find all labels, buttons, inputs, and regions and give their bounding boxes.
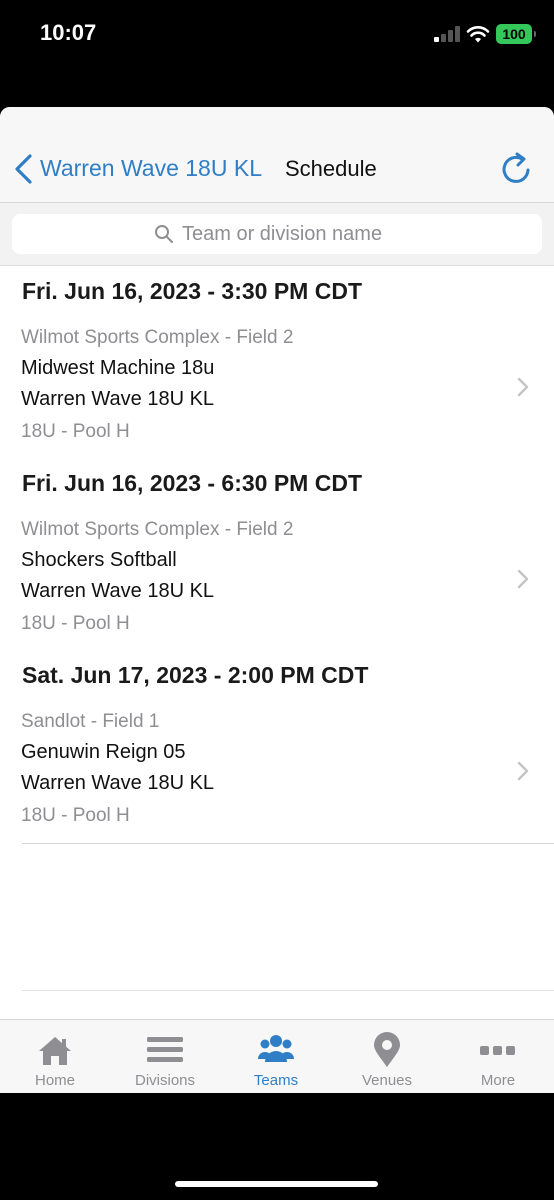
back-button[interactable]: Warren Wave 18U KL <box>40 155 262 182</box>
wifi-icon <box>466 26 490 43</box>
chevron-right-icon <box>517 569 529 589</box>
venue-label: Wilmot Sports Complex - Field 2 <box>21 519 294 540</box>
battery-icon: 100 <box>496 24 536 44</box>
tab-label: Teams <box>253 1072 299 1089</box>
home-icon <box>39 1037 71 1065</box>
navigation-bar: Warren Wave 18U KL Schedule <box>0 107 554 203</box>
schedule-event: Sat. Jun 17, 2023 - 2:00 PM CDT Sandlot … <box>0 652 554 844</box>
page-title: Schedule <box>285 156 377 181</box>
search-icon <box>155 225 173 243</box>
game-row[interactable]: Sandlot - Field 1 Genuwin Reign 05 Warre… <box>0 706 554 838</box>
division-label: 18U - Pool H <box>21 613 130 634</box>
venue-label: Wilmot Sports Complex - Field 2 <box>21 327 294 348</box>
people-icon <box>258 1035 294 1062</box>
event-date-header: Sat. Jun 17, 2023 - 2:00 PM CDT <box>22 662 369 688</box>
cellular-signal-icon <box>434 26 460 42</box>
divider <box>22 990 554 991</box>
team-name: Genuwin Reign 05 <box>21 741 186 763</box>
tab-divisions[interactable]: Divisions <box>110 1020 220 1093</box>
event-date-header: Fri. Jun 16, 2023 - 3:30 PM CDT <box>22 278 363 304</box>
division-label: 18U - Pool H <box>21 805 130 826</box>
tab-label: Home <box>34 1072 75 1089</box>
venue-label: Sandlot - Field 1 <box>21 711 160 732</box>
app-screen: Warren Wave 18U KL Schedule Fri. Jun 16,… <box>0 107 554 1093</box>
status-time: 10:07 <box>40 20 97 45</box>
tab-label: Venues <box>361 1072 413 1089</box>
chevron-right-icon <box>517 377 529 397</box>
back-chevron-icon[interactable] <box>12 153 34 185</box>
search-bar <box>0 203 554 266</box>
tab-label: Divisions <box>134 1072 195 1089</box>
schedule-event: Fri. Jun 16, 2023 - 3:30 PM CDT Wilmot S… <box>0 268 554 460</box>
more-dots-icon <box>480 1046 515 1055</box>
tab-home[interactable]: Home <box>0 1020 110 1093</box>
location-pin-icon <box>374 1032 400 1067</box>
team-name: Warren Wave 18U KL <box>21 580 215 602</box>
tab-venues[interactable]: Venues <box>332 1020 442 1093</box>
game-row[interactable]: Wilmot Sports Complex - Field 2 Shockers… <box>0 514 554 646</box>
team-name: Midwest Machine 18u <box>21 357 215 379</box>
list-divider <box>22 843 554 844</box>
search-box[interactable] <box>12 214 542 254</box>
refresh-icon[interactable] <box>500 152 532 186</box>
team-name: Warren Wave 18U KL <box>21 388 215 410</box>
home-indicator <box>175 1181 378 1187</box>
chevron-right-icon <box>517 761 529 781</box>
team-name: Shockers Softball <box>21 549 177 571</box>
status-bar: 10:07 100 <box>0 0 554 70</box>
tab-label: More <box>480 1072 516 1089</box>
tab-teams[interactable]: Teams <box>221 1020 331 1093</box>
team-name: Warren Wave 18U KL <box>21 772 215 794</box>
game-row[interactable]: Wilmot Sports Complex - Field 2 Midwest … <box>0 322 554 454</box>
list-icon <box>147 1037 183 1062</box>
schedule-event: Fri. Jun 16, 2023 - 6:30 PM CDT Wilmot S… <box>0 460 554 652</box>
tab-bar: Home Divisions Teams Venues More <box>0 1019 554 1093</box>
tab-more[interactable]: More <box>443 1020 553 1093</box>
search-input[interactable] <box>182 214 502 254</box>
event-date-header: Fri. Jun 16, 2023 - 6:30 PM CDT <box>22 470 363 496</box>
division-label: 18U - Pool H <box>21 421 130 442</box>
